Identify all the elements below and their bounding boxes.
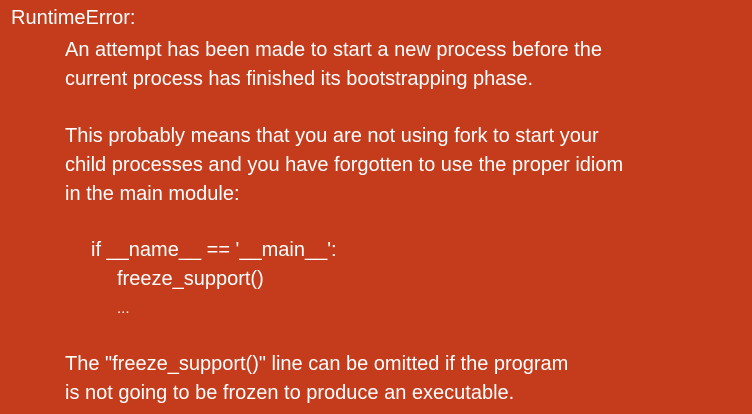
error-text-line: An attempt has been made to start a new … <box>65 39 602 61</box>
error-text-line: This probably means that you are not usi… <box>65 125 599 147</box>
error-text-line: current process has finished its bootstr… <box>65 68 534 90</box>
error-text-line: The "freeze_support()" line can be omitt… <box>65 353 569 375</box>
error-text-line: child processes and you have forgotten t… <box>65 154 624 176</box>
code-ellipsis: ... <box>117 300 130 317</box>
error-title: RuntimeError: <box>11 7 136 29</box>
code-line: freeze_support() <box>117 268 264 290</box>
error-text-line: in the main module: <box>65 183 240 205</box>
code-line: if __name__ == '__main__': <box>91 239 337 261</box>
error-text-line: is not going to be frozen to produce an … <box>65 382 515 404</box>
error-message-panel: RuntimeError: An attempt has been made t… <box>0 0 752 414</box>
